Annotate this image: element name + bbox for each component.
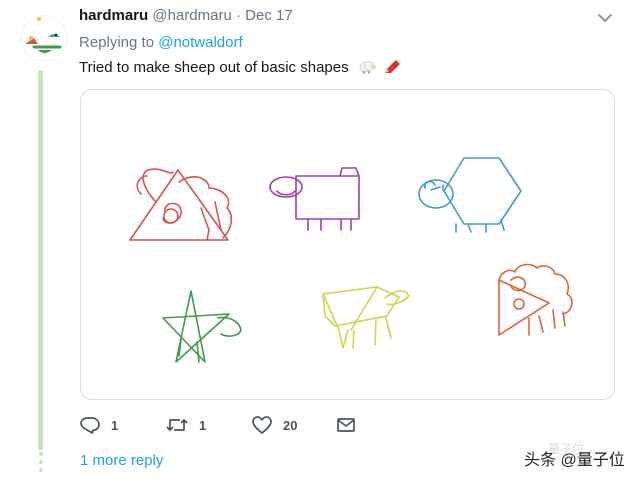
message-icon — [337, 418, 355, 432]
tweet-body: Tried to make sheep out of basic shapes — [79, 59, 349, 76]
retweet-icon — [166, 419, 188, 431]
yellow-sheep-drawing — [322, 286, 410, 349]
thread-dots — [38, 452, 43, 476]
sheep-drawings — [129, 157, 573, 363]
sheep-emoji — [359, 61, 376, 74]
like-icon — [252, 416, 272, 434]
rectangle-sheep-drawing — [269, 167, 360, 231]
avatar[interactable] — [20, 14, 68, 62]
chevron-down-icon[interactable] — [594, 10, 616, 26]
like-button[interactable]: 20 — [251, 414, 297, 436]
reply-count: 1 — [111, 417, 119, 433]
crayon-emoji — [384, 60, 400, 73]
replying-prefix: Replying to — [79, 34, 159, 51]
watermark: 头条 @量子位 — [524, 452, 625, 469]
direct-message-button[interactable] — [335, 414, 357, 436]
tweet-text: Tried to make sheep out of basic shapes — [79, 59, 401, 76]
thread-line — [38, 70, 43, 450]
handle[interactable]: @hardmaru — [152, 7, 231, 24]
reply-button[interactable]: 1 — [79, 414, 118, 436]
tweet-actions: 1 1 20 — [79, 414, 379, 436]
retweet-count: 1 — [199, 417, 207, 433]
hexagon-sheep-drawing — [418, 157, 522, 233]
tweet-media-image[interactable] — [80, 89, 615, 400]
like-count: 20 — [283, 417, 298, 433]
separator: · — [235, 7, 241, 24]
replying-handle-link[interactable]: @notwaldorf — [158, 34, 242, 51]
more-reply-link[interactable]: 1 more reply — [80, 452, 163, 469]
replying-to: Replying to @notwaldorf — [79, 34, 243, 51]
tweet-date[interactable]: Dec 17 — [245, 7, 293, 24]
tweet-header: hardmaru @hardmaru · Dec 17 — [79, 7, 293, 24]
orange-sheep-drawing — [498, 263, 573, 336]
triangle-sheep-drawing — [129, 168, 233, 241]
reply-icon — [80, 417, 100, 434]
retweet-button[interactable]: 1 — [165, 414, 206, 436]
display-name[interactable]: hardmaru — [79, 7, 148, 24]
star-sheep-drawing — [162, 290, 242, 363]
